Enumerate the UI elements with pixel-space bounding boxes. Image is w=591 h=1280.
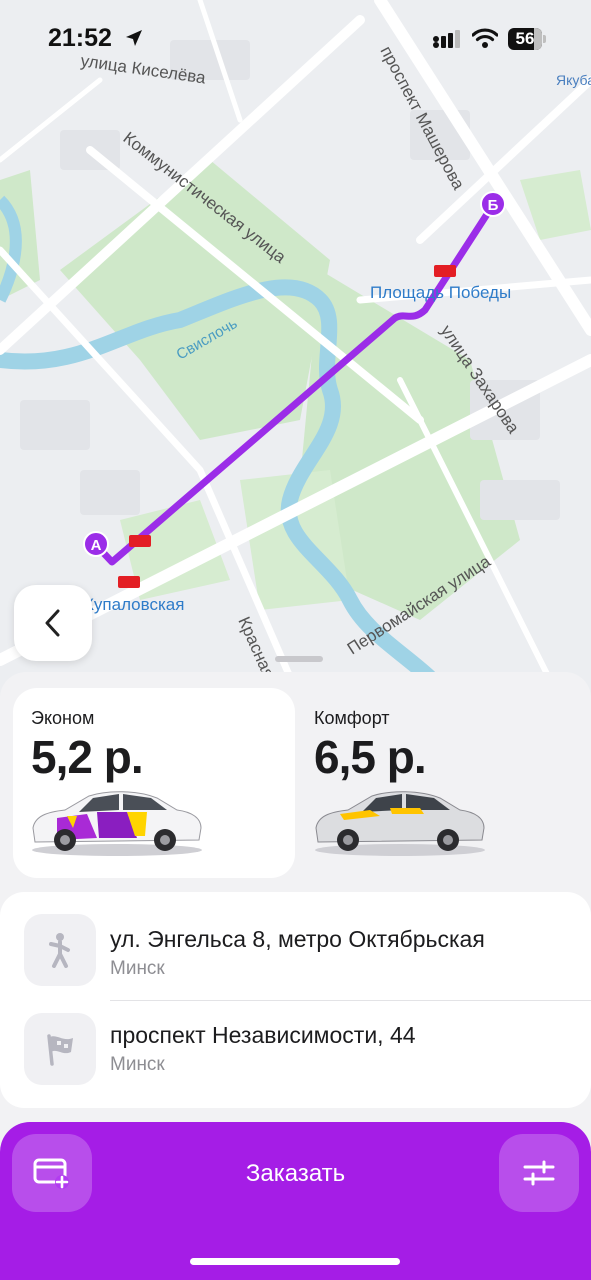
route-card: ул. Энгельса 8, метро Октябрьская Минск …: [0, 892, 591, 1108]
tariff-price: 5,2 р.: [31, 731, 144, 783]
tariff-price: 6,5 р.: [314, 731, 427, 783]
wifi-icon: [472, 28, 498, 48]
metro-icon: [129, 535, 151, 547]
to-city: Минск: [110, 1054, 165, 1075]
metro-icon: [118, 576, 140, 588]
route-point-a: А: [83, 531, 109, 557]
svg-text:Площадь Победы: Площадь Победы: [370, 283, 511, 302]
cellular-signal-icon: [433, 30, 460, 48]
car-comfort-image: [315, 791, 485, 856]
status-time: 21:52: [48, 24, 112, 52]
svg-text:А: А: [91, 537, 102, 554]
tariff-card-comfort[interactable]: Комфорт 6,5 р.: [296, 688, 591, 878]
location-arrow-icon: [126, 30, 142, 46]
svg-text:Купаловская: Купаловская: [84, 595, 184, 614]
divider: [110, 1000, 591, 1001]
sliders-icon: [523, 1160, 555, 1186]
home-indicator[interactable]: [190, 1258, 400, 1265]
from-city: Минск: [110, 958, 165, 979]
route-point-b: Б: [480, 191, 506, 217]
battery-level: 56: [515, 29, 535, 48]
svg-text:Б: Б: [488, 197, 499, 214]
ride-options-button[interactable]: [499, 1134, 579, 1212]
tariff-name: Комфорт: [314, 708, 390, 728]
back-button[interactable]: [14, 585, 92, 661]
status-bar: 21:52 56: [0, 0, 591, 80]
from-address: ул. Энгельса 8, метро Октябрьская: [110, 926, 485, 952]
to-address: проспект Независимости, 44: [110, 1022, 416, 1048]
chevron-left-icon: [45, 609, 60, 637]
flag-icon: [24, 1013, 96, 1085]
tariff-name: Эконом: [31, 708, 95, 728]
car-economy-image: [32, 791, 202, 856]
battery-icon: 56: [508, 28, 548, 50]
order-bar: Заказать: [0, 1122, 591, 1280]
tariff-card-economy[interactable]: Эконом 5,2 р.: [13, 688, 295, 878]
metro-icon: [434, 265, 456, 277]
sheet-drag-handle[interactable]: [275, 656, 323, 662]
walking-person-icon: [24, 914, 96, 986]
